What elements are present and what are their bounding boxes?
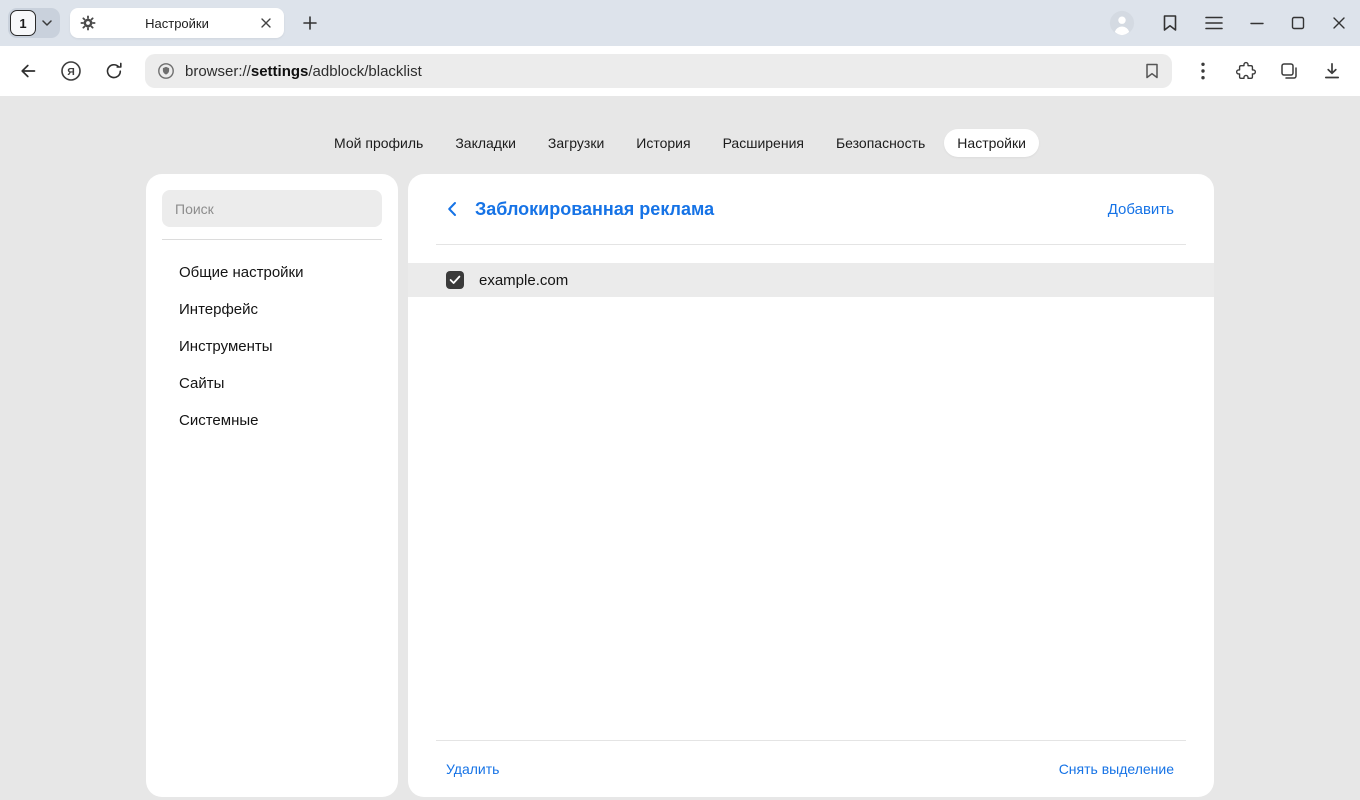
bookmark-flag-icon[interactable] [1144, 62, 1160, 80]
gear-icon [80, 15, 96, 31]
add-button[interactable]: Добавить [1108, 201, 1174, 218]
url-host: settings [251, 63, 309, 80]
delete-button[interactable]: Удалить [446, 761, 499, 777]
browser-toolbar: Я browser://settings/adblock/blacklist [0, 46, 1360, 96]
downloads-icon[interactable] [1320, 59, 1344, 83]
settings-sidebar: Общие настройки Интерфейс Инструменты Са… [146, 174, 398, 797]
deselect-button[interactable]: Снять выделение [1059, 761, 1174, 777]
settings-nav: Мой профиль Закладки Загрузки История Ра… [0, 129, 1360, 157]
row-checkbox[interactable] [446, 271, 464, 289]
refresh-button[interactable] [102, 59, 126, 83]
blacklist-rows: example.com [408, 245, 1214, 740]
chevron-down-icon[interactable] [36, 20, 58, 26]
browser-tab-settings[interactable]: Настройки [70, 8, 284, 38]
profile-avatar[interactable] [1109, 10, 1135, 36]
back-button[interactable] [16, 59, 40, 83]
new-tab-button[interactable] [296, 9, 324, 37]
panel-footer: Удалить Снять выделение [408, 741, 1214, 797]
sidebar-item-tools[interactable]: Инструменты [162, 328, 382, 365]
blocked-ads-panel: Заблокированная реклама Добавить example… [408, 174, 1214, 797]
sidebar-item-sites[interactable]: Сайты [162, 365, 382, 402]
nav-item-profile[interactable]: Мой профиль [321, 129, 436, 157]
tabbar-right-controls [1109, 10, 1346, 36]
settings-layout: Общие настройки Интерфейс Инструменты Са… [146, 174, 1214, 797]
url-prefix: browser:// [185, 63, 251, 80]
yandex-logo-icon[interactable]: Я [59, 59, 83, 83]
panel-header: Заблокированная реклама Добавить [408, 174, 1214, 244]
tab-count-badge: 1 [10, 10, 36, 36]
row-domain: example.com [479, 272, 568, 289]
hamburger-menu-icon[interactable] [1205, 16, 1223, 30]
bookmarks-panel-icon[interactable] [1162, 14, 1178, 32]
sidebar-divider [162, 239, 382, 240]
back-chevron-icon[interactable] [446, 201, 457, 217]
sidebar-item-general[interactable]: Общие настройки [162, 254, 382, 291]
tab-counter[interactable]: 1 [8, 8, 60, 38]
sidebar-item-system[interactable]: Системные [162, 402, 382, 439]
nav-item-settings[interactable]: Настройки [944, 129, 1039, 157]
window-maximize-button[interactable] [1291, 16, 1305, 30]
nav-item-security[interactable]: Безопасность [823, 129, 938, 157]
nav-item-history[interactable]: История [623, 129, 703, 157]
blacklist-row[interactable]: example.com [408, 263, 1214, 297]
nav-item-downloads[interactable]: Загрузки [535, 129, 617, 157]
url-path: /adblock/blacklist [308, 63, 421, 80]
nav-item-extensions[interactable]: Расширения [710, 129, 817, 157]
sidebar-item-interface[interactable]: Интерфейс [162, 291, 382, 328]
svg-text:Я: Я [67, 66, 75, 78]
tab-strip: 1 Настройки [0, 0, 1360, 46]
extensions-puzzle-icon[interactable] [1234, 59, 1258, 83]
settings-page: Мой профиль Закладки Загрузки История Ра… [0, 96, 1360, 800]
protect-shield-icon[interactable] [157, 62, 175, 80]
toolbar-more-menu-icon[interactable] [1191, 59, 1215, 83]
sidebar-list: Общие настройки Интерфейс Инструменты Са… [162, 254, 382, 439]
window-close-button[interactable] [1332, 16, 1346, 30]
collections-icon[interactable] [1277, 59, 1301, 83]
browser-window: 1 Настройки [0, 0, 1360, 800]
nav-item-bookmarks[interactable]: Закладки [442, 129, 529, 157]
url-text[interactable]: browser://settings/adblock/blacklist [185, 63, 1134, 80]
page-title: Заблокированная реклама [475, 199, 714, 220]
address-bar[interactable]: browser://settings/adblock/blacklist [145, 54, 1172, 88]
tab-close-icon[interactable] [258, 15, 274, 31]
window-minimize-button[interactable] [1250, 16, 1264, 30]
search-input[interactable] [162, 190, 382, 227]
tab-title: Настройки [104, 16, 250, 31]
search-box [162, 190, 382, 227]
